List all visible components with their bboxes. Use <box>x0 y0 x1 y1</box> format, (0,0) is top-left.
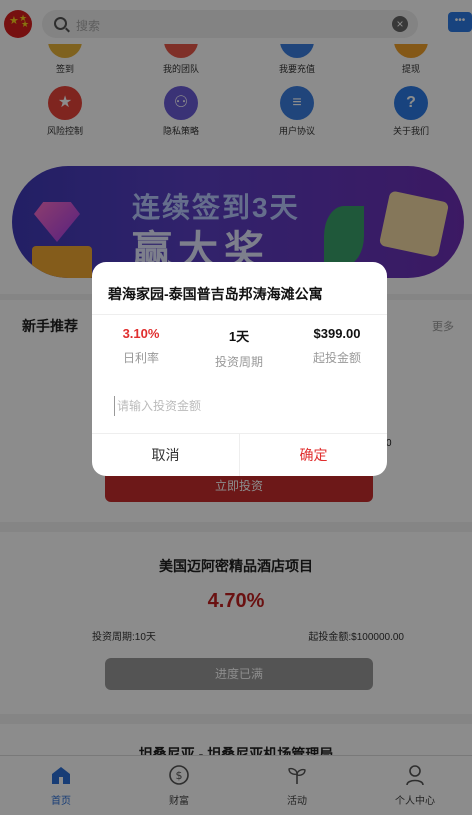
amount-input[interactable] <box>114 396 364 416</box>
stat-period: 1天 投资周期 <box>190 326 288 370</box>
period-value: 1天 <box>228 329 250 344</box>
divider <box>92 314 387 315</box>
confirm-button[interactable]: 确定 <box>240 434 387 476</box>
stat-rate: 3.10% 日利率 <box>92 326 190 366</box>
min-amount-value: $399.00 <box>313 326 361 341</box>
period-label: 投资周期 <box>214 355 263 369</box>
stat-min-amount: $399.00 起投金额 <box>288 326 386 366</box>
min-amount-label: 起投金额 <box>312 351 361 365</box>
dialog-title: 碧海家园-泰国普吉岛邦涛海滩公寓 <box>108 286 323 302</box>
cancel-button[interactable]: 取消 <box>92 434 239 476</box>
rate-label: 日利率 <box>122 351 159 365</box>
invest-dialog: 碧海家园-泰国普吉岛邦涛海滩公寓 3.10% 日利率 1天 投资周期 $399.… <box>92 262 387 476</box>
rate-value: 3.10% <box>122 326 160 341</box>
